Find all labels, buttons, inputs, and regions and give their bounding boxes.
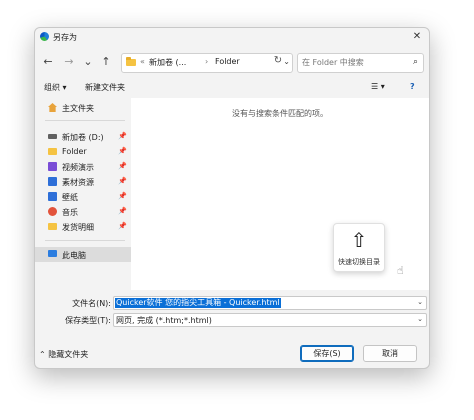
sidebar-item-wallpaper[interactable]: 壁纸 📌 [35,189,131,204]
cancel-button[interactable]: 取消 [363,345,417,362]
navigation-pane: 主文件夹 新加卷 (D:) 📌 Folder 📌 视频演示 📌 素材资源 📌 壁… [35,98,131,290]
quick-switch-label: 快速切换目录 [338,258,380,266]
navigation-bar: ← → ⌄ ↑ « 新加卷 (... › Folder ⌄ ↻ 在 Folder… [35,50,429,74]
quick-switch-popup[interactable]: ⇧ 快速切换目录 [333,223,385,272]
folder-icon [48,148,57,155]
filetype-value: 网页, 完成 (*.htm;*.html) [116,316,212,325]
save-button[interactable]: 保存(S) [300,345,354,362]
title-bar: 另存为 ✕ [35,28,429,46]
sidebar-item-label: 素材资源 [62,178,94,187]
pin-icon: 📌 [118,132,127,140]
back-button[interactable]: ← [40,54,56,70]
sidebar-item-label: 音乐 [62,208,78,217]
file-list[interactable]: 没有与搜索条件匹配的项。 ⇧ 快速切换目录 ☝ [131,98,429,290]
close-button[interactable]: ✕ [405,28,429,46]
sidebar-item-music[interactable]: 音乐 📌 [35,204,131,219]
organize-menu[interactable]: 组织 ▾ [44,82,67,93]
forward-button[interactable]: → [61,54,77,70]
save-as-dialog: 另存为 ✕ ← → ⌄ ↑ « 新加卷 (... › Folder ⌄ ↻ 在 … [34,27,430,369]
home-icon [48,103,57,112]
sidebar-item-folder[interactable]: Folder 📌 [35,144,131,159]
hand-cursor-icon: ☝ [397,264,404,277]
pin-icon: 📌 [118,222,127,230]
search-placeholder: 在 Folder 中搜索 [302,58,364,67]
filetype-select[interactable]: 网页, 完成 (*.htm;*.html) ⌄ [113,313,427,327]
address-overflow[interactable]: « [140,57,145,66]
sidebar-item-label: 此电脑 [62,251,86,260]
pin-icon: 📌 [118,147,127,155]
search-input[interactable]: 在 Folder 中搜索 ⌕ [297,53,424,73]
filename-label: 文件名(N): [72,299,111,308]
sidebar-item-label: 新加卷 (D:) [62,133,104,142]
dialog-title: 另存为 [53,33,77,42]
help-button[interactable]: ? [410,82,415,91]
filename-value[interactable]: Quicker软件 您的指尖工具箱 - Quicker.html [115,298,281,308]
wallpaper-icon [48,192,57,201]
pc-icon [48,250,57,257]
dialog-footer: ⌃ 隐藏文件夹 保存(S) 取消 [35,340,429,368]
folder-icon [126,57,136,66]
address-bar[interactable]: « 新加卷 (... › Folder ⌄ [121,53,293,73]
file-folder-icon [48,223,57,230]
search-icon[interactable]: ⌕ [413,57,418,67]
sidebar-item-videos[interactable]: 视频演示 📌 [35,159,131,174]
sidebar-item-drive-d[interactable]: 新加卷 (D:) 📌 [35,129,131,144]
sidebar-item-assets[interactable]: 素材资源 📌 [35,174,131,189]
filename-input[interactable]: Quicker软件 您的指尖工具箱 - Quicker.html ⌄ [113,296,427,310]
sidebar-item-label: 发货明细 [62,223,94,232]
sidebar-item-label: 主文件夹 [62,104,94,113]
pin-icon: 📌 [118,162,127,170]
breadcrumb-folder[interactable]: Folder [215,57,240,66]
sidebar-item-label: 壁纸 [62,193,78,202]
music-icon [48,207,57,216]
filetype-dropdown-icon[interactable]: ⌄ [417,315,423,323]
new-folder-button[interactable]: 新建文件夹 [85,82,125,93]
sidebar-item-home[interactable]: 主文件夹 [35,100,131,115]
recent-locations-button[interactable]: ⌄ [80,54,96,70]
sidebar-divider [45,120,125,121]
filename-dropdown-icon[interactable]: ⌄ [417,298,423,306]
empty-message: 没有与搜索条件匹配的项。 [232,109,328,118]
image-folder-icon [48,177,57,186]
pin-icon: 📌 [118,207,127,215]
breadcrumb-drive[interactable]: 新加卷 (... [149,57,186,68]
drive-icon [48,134,57,139]
sidebar-item-shipping[interactable]: 发货明细 📌 [35,219,131,234]
command-bar: 组织 ▾ 新建文件夹 ☰ ▾ ? [35,78,429,96]
sidebar-item-label: 视频演示 [62,163,94,172]
up-arrow-icon: ⇧ [350,228,368,252]
edge-icon [40,32,49,41]
filetype-label: 保存类型(T): [65,316,111,325]
save-fields: 文件名(N): Quicker软件 您的指尖工具箱 - Quicker.html… [35,294,429,334]
hide-folders-toggle[interactable]: ⌃ 隐藏文件夹 [39,349,88,360]
view-menu[interactable]: ☰ ▾ [371,82,385,91]
sidebar-item-this-pc[interactable]: 此电脑 [35,247,131,262]
sidebar-divider [45,240,125,241]
up-button[interactable]: ↑ [98,54,114,70]
pin-icon: 📌 [118,192,127,200]
refresh-button[interactable]: ↻ [271,54,285,68]
breadcrumb-separator: › [205,57,209,66]
sidebar-item-label: Folder [62,147,87,156]
video-folder-icon [48,162,57,171]
pin-icon: 📌 [118,177,127,185]
